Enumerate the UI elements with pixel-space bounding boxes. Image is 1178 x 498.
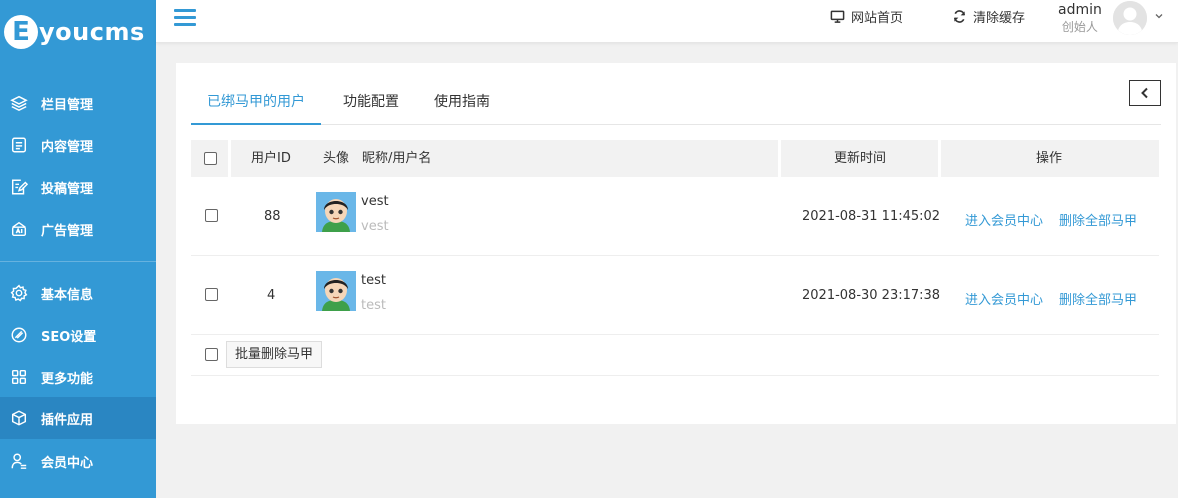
enter-member-center-link[interactable]: 进入会员中心 — [965, 210, 1043, 229]
clear-cache-label: 清除缓存 — [973, 11, 1026, 26]
monitor-icon — [830, 10, 845, 23]
chevron-down-icon[interactable] — [1154, 11, 1164, 21]
sidebar-item-ads[interactable]: 广告管理 — [0, 208, 156, 250]
sidebar-item-label: SEO设置 — [41, 329, 97, 345]
avatar[interactable] — [1113, 1, 1147, 35]
gear-icon — [9, 283, 29, 303]
header-nickname: 昵称/用户名 — [362, 151, 432, 166]
sidebar: E youcms 栏目管理 内容管理 投稿管理 广告管理 基本信息 SEO设置 … — [0, 0, 156, 498]
sidebar-item-label: 会员中心 — [41, 455, 94, 471]
sidebar-item-columns[interactable]: 栏目管理 — [0, 82, 156, 124]
header-separator — [228, 140, 231, 177]
sidebar-item-label: 广告管理 — [41, 223, 94, 239]
clear-cache-link[interactable]: 清除缓存 — [952, 7, 1025, 26]
user-icon — [9, 451, 29, 471]
enter-member-center-link[interactable]: 进入会员中心 — [965, 289, 1043, 308]
table-row: 4 test test 2021-08-30 23:17:38 进入会员中心 删… — [191, 256, 1159, 335]
top-header: 网站首页 清除缓存 admin 创始人 — [156, 0, 1178, 43]
logo-letter: E — [4, 15, 38, 49]
cartoon-avatar-icon — [316, 192, 356, 232]
tab-bound-users[interactable]: 已绑马甲的用户 — [191, 89, 321, 125]
header-avatar: 头像 — [323, 151, 350, 166]
sidebar-item-label: 栏目管理 — [41, 97, 94, 113]
table-row: 88 vest vest 2021-08-31 11:45:02 进入会员中心 … — [191, 177, 1159, 256]
header-actions: 操作 — [1036, 151, 1063, 166]
edit-icon — [9, 177, 29, 197]
main-panel: 已绑马甲的用户 功能配置 使用指南 用户ID 头像 昵称/用户名 更新时间 操作… — [176, 63, 1176, 424]
sidebar-item-seo[interactable]: SEO设置 — [0, 314, 156, 356]
sidebar-divider — [0, 261, 156, 262]
site-home-label: 网站首页 — [851, 11, 904, 26]
back-button[interactable] — [1129, 80, 1161, 106]
layers-icon — [9, 93, 29, 113]
sidebar-item-members[interactable]: 会员中心 — [0, 440, 156, 482]
sidebar-item-label: 投稿管理 — [41, 181, 94, 197]
row-checkbox[interactable] — [205, 288, 218, 301]
menu-toggle-icon[interactable] — [174, 9, 196, 29]
tab-guide[interactable]: 使用指南 — [418, 89, 506, 125]
user-name: admin — [1058, 2, 1102, 18]
delete-all-vests-link[interactable]: 删除全部马甲 — [1059, 289, 1137, 308]
sidebar-item-label: 基本信息 — [41, 287, 94, 303]
updated-time: 2021-08-31 11:45:02 — [802, 209, 941, 224]
logo[interactable]: E youcms — [4, 12, 145, 52]
tab-bar: 已绑马甲的用户 功能配置 使用指南 — [191, 89, 1161, 125]
grid-icon — [9, 367, 29, 387]
ad-icon — [9, 219, 29, 239]
seo-icon — [9, 325, 29, 345]
select-all-checkbox[interactable] — [204, 152, 217, 165]
user-avatar — [316, 271, 356, 311]
default-user-icon — [1113, 1, 1147, 35]
delete-all-vests-link[interactable]: 删除全部马甲 — [1059, 210, 1137, 229]
batch-actions-row: 批量删除马甲 — [191, 334, 1159, 376]
sidebar-item-label: 插件应用 — [41, 412, 94, 428]
header-separator — [778, 140, 781, 177]
user-username: vest — [361, 219, 389, 234]
header-user-id: 用户ID — [251, 151, 291, 166]
user-avatar — [316, 192, 356, 232]
sidebar-item-content[interactable]: 内容管理 — [0, 124, 156, 166]
select-all-bottom-checkbox[interactable] — [205, 348, 218, 361]
user-id: 88 — [264, 209, 281, 224]
user-role: 创始人 — [1061, 20, 1098, 34]
sidebar-item-basic-info[interactable]: 基本信息 — [0, 272, 156, 314]
refresh-icon — [953, 10, 966, 23]
sidebar-item-label: 更多功能 — [41, 371, 94, 387]
user-nickname: test — [361, 273, 386, 288]
row-checkbox[interactable] — [205, 209, 218, 222]
sidebar-item-submissions[interactable]: 投稿管理 — [0, 166, 156, 208]
user-username: test — [361, 298, 386, 313]
document-icon — [9, 135, 29, 155]
user-id: 4 — [267, 288, 276, 303]
tab-config[interactable]: 功能配置 — [327, 89, 415, 125]
site-home-link[interactable]: 网站首页 — [830, 7, 903, 26]
sidebar-item-more[interactable]: 更多功能 — [0, 356, 156, 398]
batch-delete-button[interactable]: 批量删除马甲 — [226, 341, 323, 368]
header-separator — [938, 140, 941, 177]
logo-text: youcms — [39, 18, 145, 46]
sidebar-item-label: 内容管理 — [41, 139, 94, 155]
table-header: 用户ID 头像 昵称/用户名 更新时间 操作 — [191, 140, 1159, 177]
updated-time: 2021-08-30 23:17:38 — [802, 288, 941, 303]
user-nickname: vest — [361, 194, 389, 209]
header-updated: 更新时间 — [834, 151, 887, 166]
sidebar-item-plugins[interactable]: 插件应用 — [0, 397, 156, 439]
cartoon-avatar-icon — [316, 271, 356, 311]
chevron-left-icon — [1141, 87, 1148, 99]
cube-icon — [9, 408, 29, 428]
user-info[interactable]: admin 创始人 — [1058, 2, 1102, 35]
